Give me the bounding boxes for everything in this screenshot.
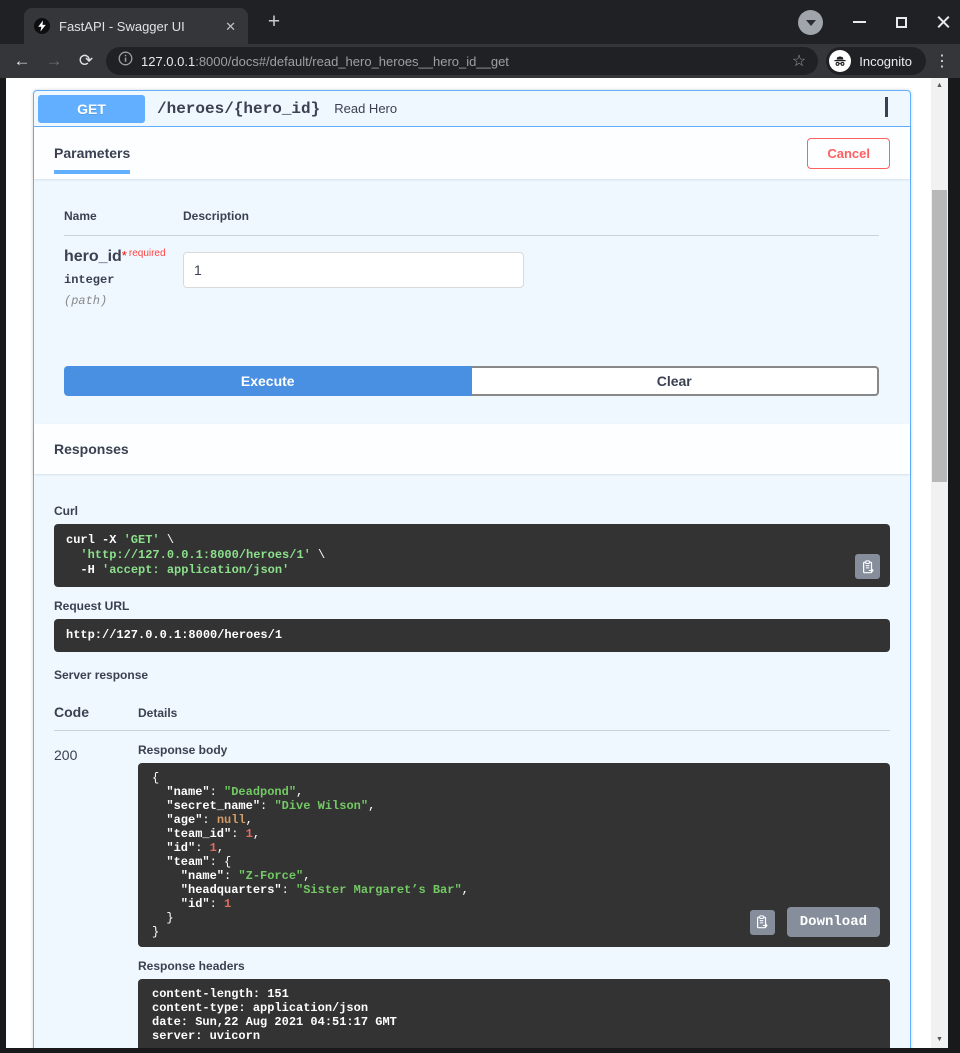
url-path: :8000/docs#/default/read_hero_heroes__he…	[195, 54, 509, 69]
maximize-button[interactable]	[896, 17, 907, 28]
url-text[interactable]: 127.0.0.1:8000/docs#/default/read_hero_h…	[141, 54, 784, 69]
param-value-input[interactable]	[183, 252, 524, 288]
spacer	[34, 396, 910, 424]
clipboard-icon	[755, 915, 769, 929]
param-location: (path)	[64, 294, 183, 308]
reload-button[interactable]: ⟳	[74, 51, 98, 71]
status-code: 200	[54, 743, 138, 1048]
curl-code: curl -X 'GET' \ 'http://127.0.0.1:8000/h…	[66, 533, 878, 578]
browser-tab[interactable]: FastAPI - Swagger UI ✕	[24, 8, 248, 44]
tab-close-button[interactable]: ✕	[223, 18, 238, 35]
response-body-block: { "name": "Deadpond", "secret_name": "Di…	[138, 763, 890, 947]
server-response-table-head: Code Details	[54, 688, 890, 731]
url-host: 127.0.0.1	[141, 54, 195, 69]
page-viewport: GET /heroes/{hero_id} Read Hero Paramete…	[6, 78, 948, 1048]
chevron-up-icon	[885, 97, 888, 117]
copy-response-button[interactable]	[750, 910, 775, 935]
endpoint-summary: Read Hero	[334, 101, 397, 116]
response-body-actions: Download	[750, 907, 880, 937]
operation-summary[interactable]: GET /heroes/{hero_id} Read Hero	[34, 91, 910, 127]
back-button[interactable]: ←	[10, 51, 34, 71]
response-details: Response body { "name": "Deadpond", "sec…	[138, 743, 890, 1048]
parameter-info: hero_id*required integer (path)	[64, 248, 183, 308]
execute-button[interactable]: Execute	[64, 366, 472, 396]
required-label: required	[129, 248, 166, 259]
request-url-label: Request URL	[54, 599, 890, 613]
endpoint-path: /heroes/{hero_id}	[157, 100, 320, 118]
parameter-row: hero_id*required integer (path)	[64, 236, 879, 308]
parameter-value-cell	[183, 248, 524, 308]
response-headers-text: content-length: 151content-type: applica…	[152, 987, 876, 1043]
incognito-label: Incognito	[859, 54, 912, 69]
server-response-row: 200 Response body { "name": "Deadpond", …	[54, 731, 890, 1048]
scrollbar-thumb[interactable]	[932, 190, 947, 482]
browser-titlebar: FastAPI - Swagger UI ✕ +	[0, 0, 960, 44]
minimize-icon	[853, 21, 866, 23]
execute-button-group: Execute Clear	[64, 366, 879, 396]
required-asterisk: *	[122, 248, 127, 263]
incognito-badge: Incognito	[826, 47, 926, 75]
back-arrow-icon: ←	[14, 51, 31, 70]
request-url-value: http://127.0.0.1:8000/heroes/1	[66, 628, 878, 643]
column-header-name: Name	[64, 209, 183, 223]
swagger-content: GET /heroes/{hero_id} Read Hero Paramete…	[6, 78, 931, 1048]
new-tab-button[interactable]: +	[262, 11, 286, 35]
server-response-label: Server response	[54, 668, 890, 682]
responses-title: Responses	[54, 441, 129, 457]
clear-button[interactable]: Clear	[472, 366, 880, 396]
browser-menu-button[interactable]: ⋮	[934, 51, 950, 71]
operation-block-get: GET /heroes/{hero_id} Read Hero Paramete…	[33, 90, 911, 1048]
request-url-block: http://127.0.0.1:8000/heroes/1	[54, 619, 890, 652]
response-code-header: Code	[54, 704, 138, 720]
parameters-header: Parameters Cancel	[34, 127, 910, 179]
responses-body: Curl curl -X 'GET' \ 'http://127.0.0.1:8…	[34, 474, 910, 1048]
fastapi-logo-icon	[34, 18, 50, 34]
address-bar[interactable]: 127.0.0.1:8000/docs#/default/read_hero_h…	[106, 47, 818, 75]
bookmark-star-icon[interactable]: ☆	[792, 51, 806, 71]
curl-code-block: curl -X 'GET' \ 'http://127.0.0.1:8000/h…	[54, 524, 890, 587]
response-headers-block: content-length: 151content-type: applica…	[138, 979, 890, 1048]
scroll-down-button[interactable]: ▼	[931, 1032, 948, 1048]
cancel-button[interactable]: Cancel	[807, 138, 890, 169]
window-controls	[798, 0, 950, 44]
curl-label: Curl	[54, 504, 890, 518]
close-icon: ✕	[225, 19, 236, 34]
reload-icon: ⟳	[79, 51, 93, 70]
minimize-button[interactable]	[853, 21, 866, 23]
parameters-table: Name Description hero_id*required intege…	[34, 179, 910, 308]
parameters-table-head: Name Description	[64, 187, 879, 236]
column-header-description: Description	[183, 209, 249, 223]
tab-parameters[interactable]: Parameters	[54, 127, 130, 179]
forward-button[interactable]: →	[42, 51, 66, 71]
response-details-header: Details	[138, 706, 177, 720]
response-headers-label: Response headers	[138, 959, 890, 973]
param-name: hero_id	[64, 248, 122, 265]
collapse-button[interactable]	[881, 96, 892, 122]
response-body-label: Response body	[138, 743, 890, 757]
plus-icon: +	[268, 10, 280, 33]
browser-toolbar: ← → ⟳ 127.0.0.1:8000/docs#/default/read_…	[0, 44, 960, 78]
window-menu-button[interactable]	[798, 10, 823, 35]
chevron-down-icon	[806, 20, 816, 26]
scrollbar[interactable]: ▲ ▼	[931, 78, 948, 1048]
param-type: integer	[64, 273, 183, 287]
close-window-button[interactable]	[937, 16, 950, 29]
kebab-menu-icon: ⋮	[934, 53, 950, 70]
clipboard-icon	[861, 560, 875, 574]
copy-curl-button[interactable]	[855, 554, 880, 579]
scroll-up-button[interactable]: ▲	[931, 78, 948, 94]
responses-header: Responses	[34, 424, 910, 474]
close-icon	[937, 16, 950, 29]
download-button[interactable]: Download	[787, 907, 880, 937]
incognito-icon	[829, 50, 851, 72]
forward-arrow-icon: →	[46, 51, 63, 70]
method-badge: GET	[38, 95, 145, 123]
tab-title: FastAPI - Swagger UI	[59, 19, 223, 34]
page-info-icon[interactable]	[118, 51, 133, 71]
maximize-icon	[896, 17, 907, 28]
